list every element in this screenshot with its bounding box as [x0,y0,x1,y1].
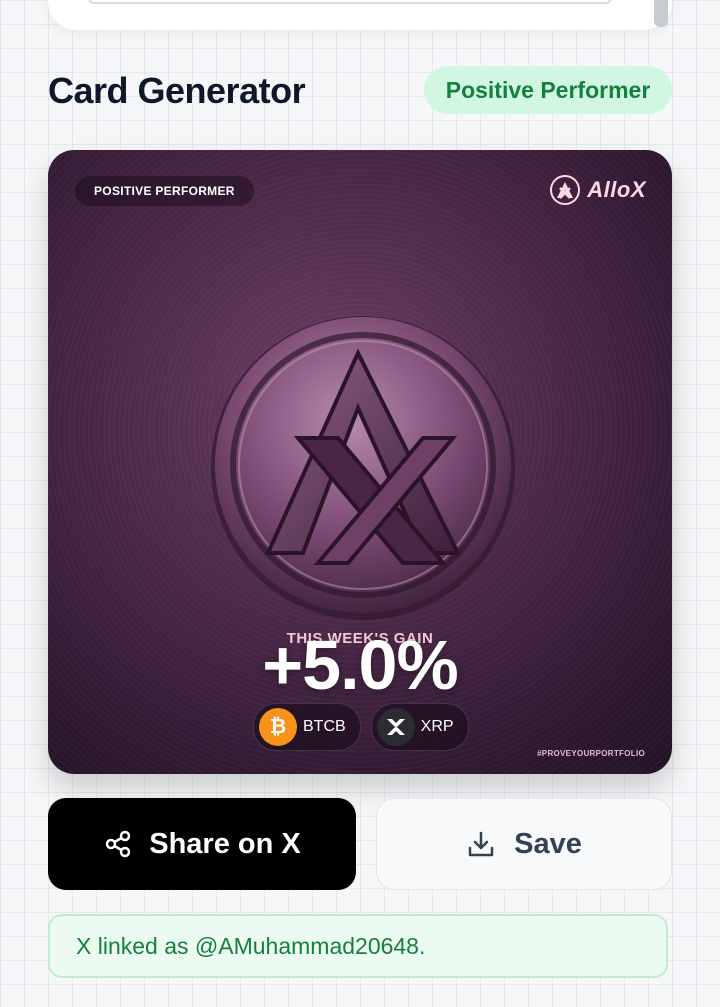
card-badge: POSITIVE PERFORMER [75,176,254,206]
card-preview: POSITIVE PERFORMER AlloX THIS WEEK'S GAI… [48,150,672,774]
allox-logo-icon [550,175,581,205]
asset-chip-xrp: XRP [370,703,469,751]
x-linked-notice: X linked as @AMuhammad20648. [48,914,668,978]
performance-status-badge: Positive Performer [424,66,672,114]
asset-list: ₿ BTCB XRP [253,703,469,751]
asset-symbol: XRP [420,718,454,735]
brand-name: AlloX [587,177,646,202]
bitcoin-icon: ₿ [259,708,297,746]
save-button[interactable]: Save [376,798,672,890]
asset-symbol: BTCB [303,718,346,735]
brand-logo: AlloX [549,174,646,206]
previous-section-field [88,0,612,4]
share-button-label: Share on X [149,827,301,860]
xrp-icon [376,708,415,746]
page-title: Card Generator [48,70,306,111]
asset-chip-btcb: ₿ BTCB [253,703,361,751]
scrollbar-thumb[interactable] [654,0,668,27]
hashtag: #PROVEYOURPORTFOLIO [537,749,645,758]
previous-section-card [48,0,672,30]
share-on-x-button[interactable]: Share on X [48,798,356,890]
save-button-label: Save [514,827,582,860]
gain-value: +5.0% [262,626,458,704]
download-icon [468,831,494,857]
share-icon [106,830,131,858]
allox-coin-emblem-icon [211,316,515,620]
